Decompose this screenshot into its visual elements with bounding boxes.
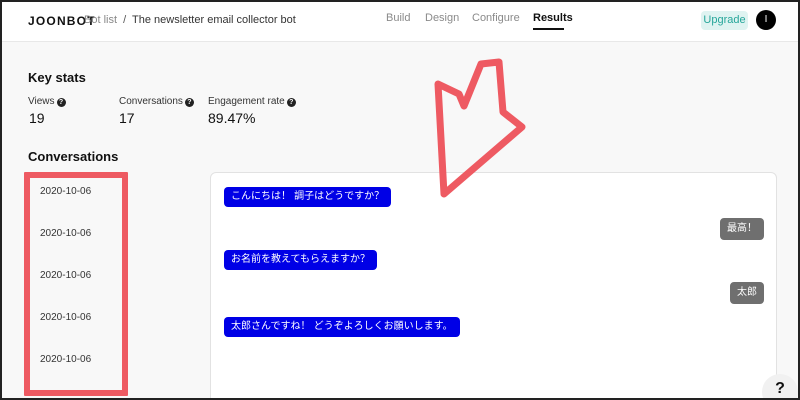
user-message-bubble: 太郎 (730, 282, 764, 304)
stat-engagement-label-text: Engagement rate (208, 96, 285, 107)
stat-views-label-text: Views (28, 96, 55, 107)
stat-engagement-value: 89.47% (208, 110, 256, 126)
stat-conversations-label-text: Conversations (119, 96, 183, 107)
tab-results[interactable]: Results (533, 12, 573, 24)
annotation-highlight-box (24, 172, 128, 396)
tab-build[interactable]: Build (386, 12, 410, 24)
bot-message-bubble: 太郎さんですね！ どうぞよろしくお願いします。 (224, 317, 460, 337)
question-icon[interactable]: ? (184, 98, 194, 107)
conversations-title: Conversations (28, 149, 119, 164)
active-tab-underline (533, 28, 564, 30)
breadcrumb: Bot list / The newsletter email collecto… (84, 14, 296, 26)
stat-views-label: Views? (28, 96, 66, 107)
stat-views-value: 19 (29, 110, 45, 126)
stat-conversations-label: Conversations? (119, 96, 194, 107)
question-icon[interactable]: ? (56, 98, 66, 107)
stat-conversations-value: 17 (119, 110, 135, 126)
help-button[interactable]: ? (762, 374, 798, 398)
upgrade-button[interactable]: Upgrade (701, 11, 748, 30)
breadcrumb-separator: / (123, 14, 127, 26)
conversation-transcript-panel: こんにちは！ 調子はどうですか？ 最高！ お名前を教えてもらえますか？ 太郎 太… (210, 172, 777, 398)
breadcrumb-bot-list-link[interactable]: Bot list (84, 14, 117, 26)
question-icon[interactable]: ? (286, 98, 296, 107)
breadcrumb-current-bot: The newsletter email collector bot (132, 14, 296, 26)
tab-design[interactable]: Design (425, 12, 459, 24)
top-nav-bar: JOONBOT Bot list / The newsletter email … (2, 2, 798, 42)
stat-engagement-label: Engagement rate? (208, 96, 296, 107)
tab-configure[interactable]: Configure (472, 12, 520, 24)
user-avatar[interactable]: I (756, 10, 776, 30)
bot-message-bubble: お名前を教えてもらえますか？ (224, 250, 377, 270)
key-stats-title: Key stats (28, 70, 86, 85)
bot-message-bubble: こんにちは！ 調子はどうですか？ (224, 187, 392, 207)
user-message-bubble: 最高！ (720, 218, 764, 240)
app-window: JOONBOT Bot list / The newsletter email … (0, 0, 800, 400)
